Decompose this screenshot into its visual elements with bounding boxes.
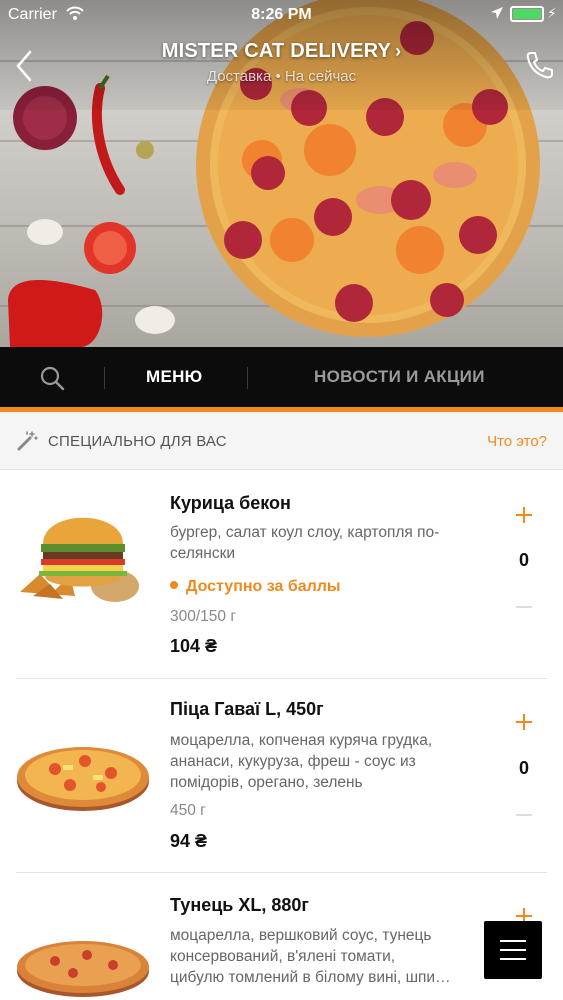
restaurant-name: MISTER CAT DELIVERY <box>161 40 392 62</box>
tab-separator <box>104 367 105 389</box>
tab-separator <box>247 367 248 389</box>
item-description: бургер, салат коул слоу, картопля по- се… <box>170 522 480 564</box>
description-line: моцарелла, копченая куряча грудка, <box>170 732 433 749</box>
chevron-right-icon: › <box>395 41 402 61</box>
menu-item[interactable]: Піца Гаваї L, 450г моцарелла, копченая к… <box>0 679 563 872</box>
restaurant-title[interactable]: MISTER CAT DELIVERY › Доставка • На сейча… <box>120 40 443 85</box>
item-name: Курица бекон <box>170 493 291 513</box>
minus-icon[interactable] <box>516 814 532 816</box>
description-line: моцарелла, вершковий соус, тунець <box>170 927 432 944</box>
menu-item[interactable]: Курица бекон бургер, салат коул слоу, ка… <box>0 470 563 678</box>
item-quantity: 0 <box>518 758 529 778</box>
item-description: моцарелла, копченая куряча грудка, анана… <box>170 730 480 793</box>
plus-icon[interactable] <box>512 503 536 527</box>
item-description: моцарелла, вершковий соус, тунець консер… <box>170 925 480 988</box>
magic-wand-icon <box>17 431 38 451</box>
tab-news[interactable]: НОВОСТИ И АКЦИИ <box>314 367 485 387</box>
description-line: бургер, салат коул слоу, картопля по- <box>170 524 440 541</box>
pizza-hawaii-image <box>17 747 149 811</box>
search-icon[interactable] <box>38 364 66 392</box>
what-is-it-link[interactable]: Что это? <box>487 433 547 450</box>
special-for-you-row[interactable]: СПЕЦИАЛЬНО ДЛЯ ВАС Что это? <box>0 412 563 470</box>
phone-icon[interactable] <box>522 48 556 82</box>
battery-icon <box>510 6 544 22</box>
charging-icon: ⚡ <box>547 5 557 21</box>
item-quantity: 0 <box>518 550 529 570</box>
status-dot <box>170 580 178 589</box>
points-badge: Доступно за баллы <box>170 578 341 596</box>
description-line: консервований, в'ялені томати, <box>170 948 396 965</box>
item-price: 104 ₴ <box>170 636 218 656</box>
delivery-mode: Доставка • На сейчас <box>206 68 357 85</box>
clock: 8:26 PM <box>251 6 312 23</box>
description-line: цибулю томлений в білому вині, шпи… <box>170 969 451 986</box>
minus-icon[interactable] <box>516 606 532 608</box>
location-arrow-icon <box>491 7 503 19</box>
special-label: СПЕЦИАЛЬНО ДЛЯ ВАС <box>48 433 227 450</box>
item-name: Піца Гаваї L, 450г <box>170 699 324 719</box>
tab-bar: МЕНЮ НОВОСТИ И АКЦИИ <box>0 347 563 407</box>
tab-menu[interactable]: МЕНЮ <box>146 367 203 387</box>
points-label: Доступно за баллы <box>186 578 341 595</box>
item-name: Тунець XL, 880г <box>170 895 309 915</box>
menu-item[interactable]: Тунець XL, 880г моцарелла, вершковий соу… <box>0 873 563 1000</box>
back-icon[interactable] <box>10 46 40 86</box>
plus-icon[interactable] <box>512 710 536 734</box>
description-line: помідорів, орегано, зелень <box>170 774 363 791</box>
item-weight: 300/150 г <box>170 608 236 625</box>
hamburger-menu-icon[interactable] <box>484 921 542 979</box>
description-line: селянски <box>170 545 236 562</box>
pizza-tuna-image <box>17 941 149 997</box>
status-bar: Carrier 8:26 PM ⚡ <box>0 0 563 30</box>
item-price: 94 ₴ <box>170 831 208 851</box>
item-weight: 450 г <box>170 802 206 819</box>
burger-image <box>20 517 139 602</box>
description-line: ананаси, кукуруза, фреш - соус из <box>170 753 416 770</box>
